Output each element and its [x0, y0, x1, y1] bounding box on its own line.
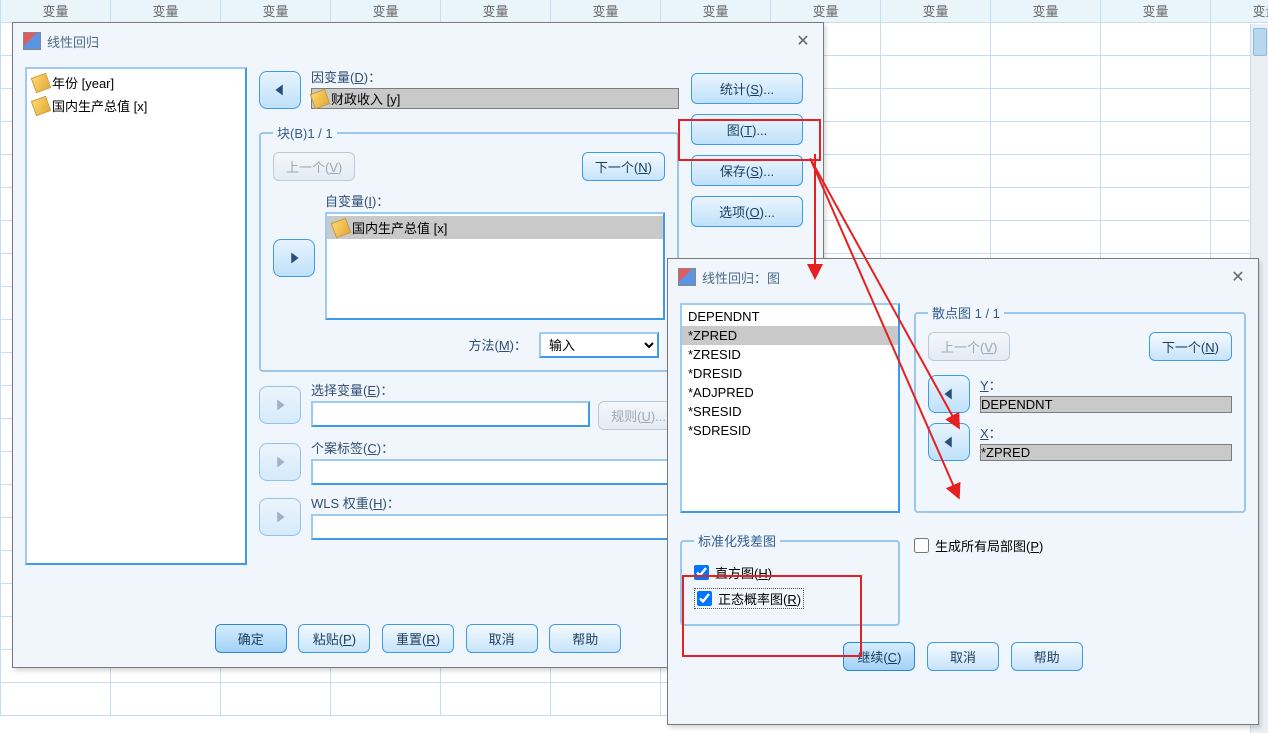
scatter-legend: 散点图 1 / 1: [928, 303, 1004, 322]
stats-button[interactable]: 统计(S)...: [691, 73, 803, 104]
dependent-label: 因变量(D)：: [311, 67, 679, 86]
linear-regression-plots-dialog: 线性回归：图 ✕ DEPENDNT *ZPRED *ZRESID *DRESID…: [667, 258, 1259, 725]
dialog-title: 线性回归：图: [702, 268, 1228, 287]
move-case-label-button[interactable]: [259, 443, 301, 481]
source-variable-list[interactable]: 年份 [year] 国内生产总值 [x]: [25, 67, 247, 565]
y-field[interactable]: DEPENDNT: [980, 396, 1232, 413]
move-y-button[interactable]: [928, 375, 970, 413]
col-header[interactable]: 变量: [1101, 0, 1211, 22]
close-icon[interactable]: ✕: [1228, 267, 1248, 287]
header-row: 变量 变量 变量 变量 变量 变量 变量 变量 变量 变量 变量 变量: [1, 0, 1268, 22]
continue-button[interactable]: 继续(C): [843, 642, 915, 671]
checkbox-icon[interactable]: [697, 591, 712, 606]
scale-icon: [31, 96, 52, 117]
select-var-field[interactable]: [311, 401, 590, 427]
next-scatter-button[interactable]: 下一个(N): [1149, 332, 1232, 361]
move-dependent-button[interactable]: [259, 71, 301, 109]
prev-scatter-button[interactable]: 上一个(V): [928, 332, 1010, 361]
scale-icon: [310, 89, 331, 110]
titlebar[interactable]: 线性回归 ✕: [13, 23, 823, 59]
move-x-button[interactable]: [928, 423, 970, 461]
list-item[interactable]: *DRESID: [682, 364, 898, 383]
checkbox-icon[interactable]: [694, 565, 709, 580]
app-icon: [23, 32, 41, 50]
cancel-button[interactable]: 取消: [466, 624, 538, 653]
dialog-buttons: 继续(C) 取消 帮助: [680, 642, 1246, 671]
col-header[interactable]: 变量: [111, 0, 221, 22]
col-header[interactable]: 变量: [551, 0, 661, 22]
help-button[interactable]: 帮助: [549, 624, 621, 653]
independent-list[interactable]: 国内生产总值 [x]: [325, 212, 665, 320]
save-button[interactable]: 保存(S)...: [691, 155, 803, 186]
case-label-field[interactable]: [311, 459, 679, 485]
dependent-field[interactable]: 财政收入 [y]: [311, 88, 679, 109]
paste-button[interactable]: 粘贴(P): [298, 624, 370, 653]
resid-plots-fieldset: 标准化残差图 直方图(H) 正态概率图(R): [680, 531, 900, 626]
y-label: Y：: [980, 375, 1232, 394]
scroll-thumb[interactable]: [1253, 28, 1267, 56]
plot-variable-list[interactable]: DEPENDNT *ZPRED *ZRESID *DRESID *ADJPRED…: [680, 303, 900, 513]
col-header[interactable]: 变量: [771, 0, 881, 22]
pp-plot-checkbox[interactable]: 正态概率图(R): [694, 588, 804, 609]
titlebar[interactable]: 线性回归：图 ✕: [668, 259, 1258, 295]
checkbox-icon[interactable]: [914, 538, 929, 553]
x-field[interactable]: *ZPRED: [980, 444, 1232, 461]
move-independent-button[interactable]: [273, 239, 315, 277]
case-label: 个案标签(C)：: [311, 438, 679, 457]
resid-legend: 标准化残差图: [694, 531, 780, 550]
move-wls-button[interactable]: [259, 498, 301, 536]
options-button[interactable]: 选项(O)...: [691, 196, 803, 227]
app-icon: [678, 268, 696, 286]
list-item[interactable]: *ZPRED: [682, 326, 898, 345]
wls-field[interactable]: [311, 514, 679, 540]
select-var-label: 选择变量(E)：: [311, 380, 679, 399]
list-item[interactable]: 国内生产总值 [x]: [327, 216, 663, 239]
scale-icon: [31, 73, 52, 94]
all-partial-checkbox[interactable]: 生成所有局部图(P): [914, 536, 1043, 555]
dialog-title: 线性回归: [47, 32, 793, 51]
method-label: 方法(M)：: [468, 335, 527, 354]
list-item[interactable]: *SRESID: [682, 402, 898, 421]
col-header[interactable]: 变量: [1211, 0, 1268, 22]
independent-label: 自变量(I)：: [325, 191, 665, 210]
list-item[interactable]: *ADJPRED: [682, 383, 898, 402]
dependent-value: 财政收入 [y]: [331, 92, 400, 107]
method-select[interactable]: 输入: [539, 332, 659, 358]
next-block-button[interactable]: 下一个(N): [582, 152, 665, 181]
list-item-label: 年份 [year]: [52, 76, 114, 91]
reset-button[interactable]: 重置(R): [382, 624, 454, 653]
scale-icon: [331, 218, 352, 239]
list-item-label: 国内生产总值 [x]: [352, 221, 447, 236]
block-fieldset: 块(B)1 / 1 上一个(V) 下一个(N) 自变量(I)： 国内生产总值 […: [259, 123, 679, 372]
list-item[interactable]: 年份 [year]: [27, 71, 245, 94]
wls-label: WLS 权重(H)：: [311, 493, 679, 512]
col-header[interactable]: 变量: [991, 0, 1101, 22]
ok-button[interactable]: 确定: [215, 624, 287, 653]
histogram-checkbox[interactable]: 直方图(H): [694, 563, 772, 582]
list-item[interactable]: *SDRESID: [682, 421, 898, 440]
col-header[interactable]: 变量: [1, 0, 111, 22]
col-header[interactable]: 变量: [221, 0, 331, 22]
list-item[interactable]: DEPENDNT: [682, 307, 898, 326]
close-icon[interactable]: ✕: [793, 31, 813, 51]
x-label: X：: [980, 423, 1232, 442]
move-select-var-button[interactable]: [259, 386, 301, 424]
help-button[interactable]: 帮助: [1011, 642, 1083, 671]
plots-button[interactable]: 图(T)...: [691, 114, 803, 145]
list-item[interactable]: 国内生产总值 [x]: [27, 94, 245, 117]
col-header[interactable]: 变量: [881, 0, 991, 22]
col-header[interactable]: 变量: [331, 0, 441, 22]
col-header[interactable]: 变量: [661, 0, 771, 22]
prev-block-button[interactable]: 上一个(V): [273, 152, 355, 181]
block-legend: 块(B)1 / 1: [273, 123, 337, 142]
list-item[interactable]: *ZRESID: [682, 345, 898, 364]
list-item-label: 国内生产总值 [x]: [52, 99, 147, 114]
cancel-button[interactable]: 取消: [927, 642, 999, 671]
col-header[interactable]: 变量: [441, 0, 551, 22]
scatter-fieldset: 散点图 1 / 1 上一个(V) 下一个(N) Y： DEPENDNT X：: [914, 303, 1246, 513]
